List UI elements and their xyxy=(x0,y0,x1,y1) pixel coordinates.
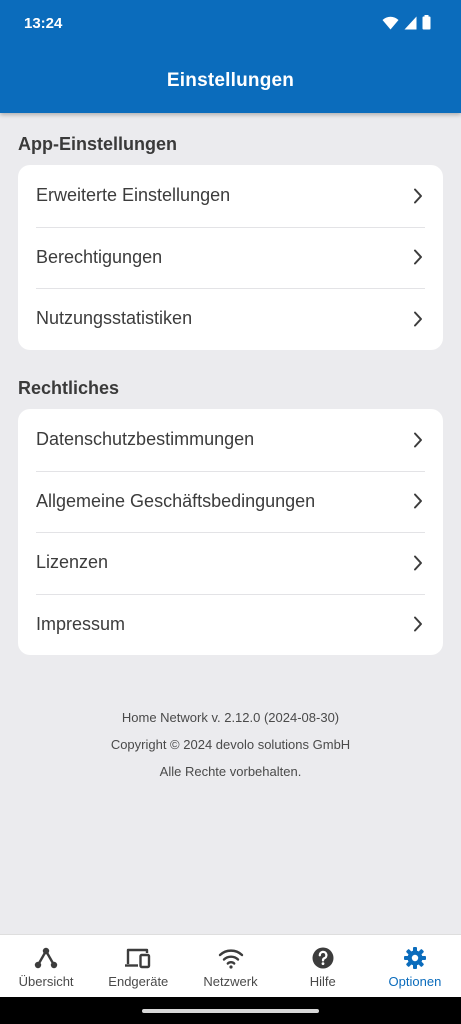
nav-label: Endgeräte xyxy=(108,974,169,989)
chevron-right-icon xyxy=(411,248,425,266)
home-gesture-handle[interactable] xyxy=(142,1009,319,1013)
legal-item-label: Lizenzen xyxy=(36,552,109,573)
legal-item-terms[interactable]: Allgemeine Geschäftsbedingungen xyxy=(18,470,443,533)
wifi-icon xyxy=(218,946,244,970)
settings-item-label: Erweiterte Einstellungen xyxy=(36,185,231,206)
battery-icon xyxy=(422,15,431,35)
network-graph-icon xyxy=(34,946,58,970)
chevron-right-icon xyxy=(411,554,425,572)
chevron-right-icon xyxy=(411,431,425,449)
status-time: 13:24 xyxy=(24,15,63,32)
page-title: Einstellungen xyxy=(166,70,295,91)
section-title-app-settings: App-Einstellungen xyxy=(18,134,177,154)
nav-item-options[interactable]: Optionen xyxy=(369,935,461,997)
legal-item-imprint[interactable]: Impressum xyxy=(18,593,443,656)
app-header: 13:24 Einstellungen xyxy=(0,0,461,113)
nav-item-network[interactable]: Netzwerk xyxy=(184,935,276,997)
app-settings-card: Erweiterte Einstellungen Berechtigungen … xyxy=(18,165,443,350)
chevron-right-icon xyxy=(411,187,425,205)
chevron-right-icon xyxy=(411,492,425,510)
chevron-right-icon xyxy=(411,310,425,328)
rights-text: Alle Rechte vorbehalten. xyxy=(159,764,302,779)
chevron-right-icon xyxy=(411,615,425,633)
bottom-navigation: Übersicht Endgeräte Netzwerk Hilfe Optio… xyxy=(0,934,461,997)
app-version: Home Network v. 2.12.0 (2024-08-30) xyxy=(121,710,340,725)
nav-label: Optionen xyxy=(388,974,442,989)
settings-item-label: Berechtigungen xyxy=(36,246,163,267)
help-icon xyxy=(311,946,335,970)
nav-label: Übersicht xyxy=(18,974,74,989)
legal-item-licenses[interactable]: Lizenzen xyxy=(18,532,443,594)
system-navigation-bar xyxy=(0,997,461,1024)
settings-item-advanced[interactable]: Erweiterte Einstellungen xyxy=(18,165,443,227)
devices-icon xyxy=(125,946,151,970)
legal-item-label: Datenschutzbestimmungen xyxy=(36,429,255,450)
settings-item-label: Nutzungsstatistiken xyxy=(36,308,193,329)
legal-item-privacy[interactable]: Datenschutzbestimmungen xyxy=(18,409,443,471)
legal-card: Datenschutzbestimmungen Allgemeine Gesch… xyxy=(18,409,443,655)
nav-item-help[interactable]: Hilfe xyxy=(277,935,369,997)
nav-label: Hilfe xyxy=(309,974,336,989)
section-title-legal: Rechtliches xyxy=(18,378,120,398)
status-icons xyxy=(382,15,431,35)
settings-item-permissions[interactable]: Berechtigungen xyxy=(18,226,443,289)
legal-item-label: Impressum xyxy=(36,613,126,634)
nav-item-overview[interactable]: Übersicht xyxy=(0,935,92,997)
cell-signal-icon xyxy=(404,16,417,35)
copyright-text: Copyright © 2024 devolo solutions GmbH xyxy=(110,737,351,752)
nav-item-devices[interactable]: Endgeräte xyxy=(92,935,184,997)
gear-icon xyxy=(403,946,427,970)
settings-item-usage-statistics[interactable]: Nutzungsstatistiken xyxy=(18,288,443,350)
wifi-signal-icon xyxy=(382,16,399,35)
nav-label: Netzwerk xyxy=(203,974,258,989)
legal-item-label: Allgemeine Geschäftsbedingungen xyxy=(36,490,316,511)
status-bar: 13:24 xyxy=(0,0,461,52)
